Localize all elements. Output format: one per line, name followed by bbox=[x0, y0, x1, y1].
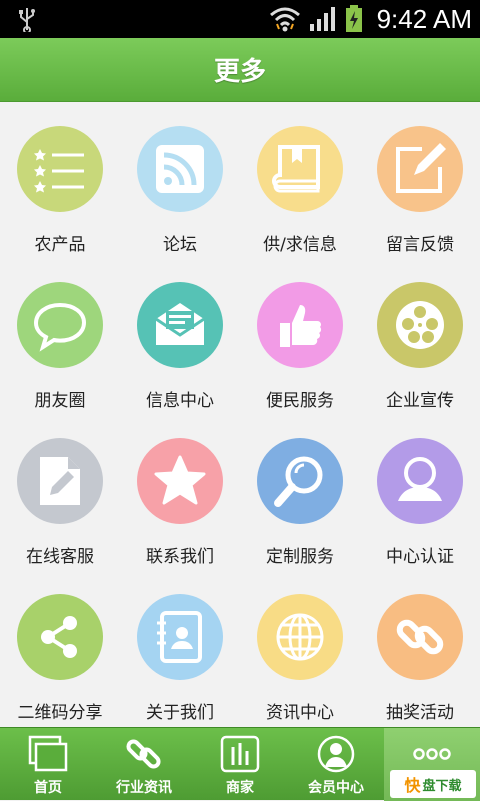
icon-circle bbox=[137, 594, 223, 680]
book-icon bbox=[272, 145, 320, 193]
user-icon bbox=[398, 457, 442, 501]
rss-icon bbox=[156, 145, 204, 193]
grid-item-label: 供/求信息 bbox=[263, 235, 337, 255]
grid-item-label: 中心认证 bbox=[386, 547, 454, 567]
grid-item-qr-share[interactable]: 二维码分享 bbox=[0, 576, 120, 726]
grid-item-news-center[interactable]: 资讯中心 bbox=[240, 576, 360, 726]
clock: 9:42 AM bbox=[376, 3, 472, 34]
signal-icon bbox=[309, 7, 335, 31]
edit-note-icon bbox=[396, 143, 446, 193]
grid-item-about-us[interactable]: 关于我们 bbox=[120, 576, 240, 726]
icon-circle bbox=[137, 282, 223, 368]
grid-item-label: 联系我们 bbox=[146, 547, 214, 567]
nav-merchants[interactable]: 商家 bbox=[192, 728, 288, 801]
grid-item-supply-demand[interactable]: 供/求信息 bbox=[240, 108, 360, 258]
grid-item-label: 定制服务 bbox=[266, 547, 334, 567]
grid-item-label: 论坛 bbox=[163, 235, 197, 255]
star-icon bbox=[154, 455, 206, 505]
magnifier-icon bbox=[274, 456, 323, 507]
chain-link-icon bbox=[396, 619, 444, 655]
nav-home[interactable]: 首页 bbox=[0, 728, 96, 801]
document-pen-icon bbox=[40, 457, 80, 505]
mail-icon bbox=[155, 303, 205, 345]
grid-item-custom-service[interactable]: 定制服务 bbox=[240, 420, 360, 570]
title-bar: 更多 bbox=[0, 38, 480, 102]
bottom-nav: 首页 行业资讯 商家 会员中心 快 盘下载 bbox=[0, 727, 480, 801]
nav-label: 商家 bbox=[226, 780, 254, 796]
person-icon bbox=[317, 735, 355, 773]
icon-circle bbox=[137, 438, 223, 524]
icon-circle bbox=[17, 126, 103, 212]
chain-link-icon bbox=[126, 739, 161, 769]
grid-item-label: 二维码分享 bbox=[17, 703, 103, 723]
grid-item-label: 信息中心 bbox=[146, 391, 214, 411]
nav-label: 会员中心 bbox=[308, 780, 364, 796]
list-stars-icon bbox=[34, 149, 84, 193]
more-dots-icon bbox=[413, 748, 451, 760]
grid-item-label: 关于我们 bbox=[146, 703, 214, 723]
grid-item-label: 在线客服 bbox=[26, 547, 94, 567]
grid-item-online-service[interactable]: 在线客服 bbox=[0, 420, 120, 570]
nav-industry-news[interactable]: 行业资讯 bbox=[96, 728, 192, 801]
thumbs-up-icon bbox=[280, 305, 322, 347]
icon-circle bbox=[257, 126, 343, 212]
watermark-prefix: 快 bbox=[404, 776, 421, 795]
home-window-icon bbox=[28, 735, 68, 772]
icon-circle bbox=[257, 282, 343, 368]
usb-icon bbox=[19, 8, 35, 32]
nav-member-center[interactable]: 会员中心 bbox=[288, 728, 384, 801]
icon-circle bbox=[17, 594, 103, 680]
icon-circle bbox=[257, 438, 343, 524]
watermark-text: 盘下载 bbox=[422, 778, 462, 794]
grid-item-contact-us[interactable]: 联系我们 bbox=[120, 420, 240, 570]
battery-charging-icon bbox=[345, 5, 362, 32]
speech-bubble-icon bbox=[33, 302, 87, 352]
status-bar: 9:42 AM bbox=[0, 0, 480, 38]
icon-circle bbox=[377, 594, 463, 680]
grid-item-label: 企业宣传 bbox=[386, 391, 454, 411]
feature-grid: 农产品 论坛 供/求信息 留言反馈 朋友圈 信息中心 便民服务 企业宣传 在线客… bbox=[0, 108, 480, 728]
icon-circle bbox=[377, 282, 463, 368]
grid-item-label: 便民服务 bbox=[266, 391, 334, 411]
page-title: 更多 bbox=[213, 57, 266, 87]
icon-circle bbox=[17, 282, 103, 368]
grid-item-moments[interactable]: 朋友圈 bbox=[0, 264, 120, 414]
film-reel-icon bbox=[396, 301, 444, 349]
grid-item-convenience[interactable]: 便民服务 bbox=[240, 264, 360, 414]
watermark-logo: 快 盘下载 bbox=[390, 770, 476, 798]
grid-item-label: 留言反馈 bbox=[386, 235, 454, 255]
icon-circle bbox=[257, 594, 343, 680]
contact-book-icon bbox=[157, 611, 202, 663]
grid-item-label: 抽奖活动 bbox=[386, 703, 454, 723]
nav-label: 首页 bbox=[34, 780, 62, 796]
grid-item-promotion[interactable]: 企业宣传 bbox=[360, 264, 480, 414]
grid-item-label: 朋友圈 bbox=[34, 391, 86, 411]
grid-item-agri-products[interactable]: 农产品 bbox=[0, 108, 120, 258]
grid-item-label: 农产品 bbox=[34, 235, 86, 255]
icon-circle bbox=[377, 438, 463, 524]
icon-circle bbox=[137, 126, 223, 212]
wifi-icon bbox=[269, 7, 300, 32]
grid-item-feedback[interactable]: 留言反馈 bbox=[360, 108, 480, 258]
globe-icon bbox=[276, 613, 324, 661]
icon-circle bbox=[377, 126, 463, 212]
icon-circle bbox=[17, 438, 103, 524]
grid-item-certification[interactable]: 中心认证 bbox=[360, 420, 480, 570]
grid-item-forum[interactable]: 论坛 bbox=[120, 108, 240, 258]
nav-label: 行业资讯 bbox=[116, 780, 172, 796]
grid-item-message-center[interactable]: 信息中心 bbox=[120, 264, 240, 414]
grid-item-label: 资讯中心 bbox=[266, 703, 334, 723]
grid-item-lottery[interactable]: 抽奖活动 bbox=[360, 576, 480, 726]
bar-chart-icon bbox=[220, 735, 260, 773]
share-icon bbox=[41, 616, 77, 658]
nav-more[interactable]: 快 盘下载 bbox=[384, 728, 480, 801]
